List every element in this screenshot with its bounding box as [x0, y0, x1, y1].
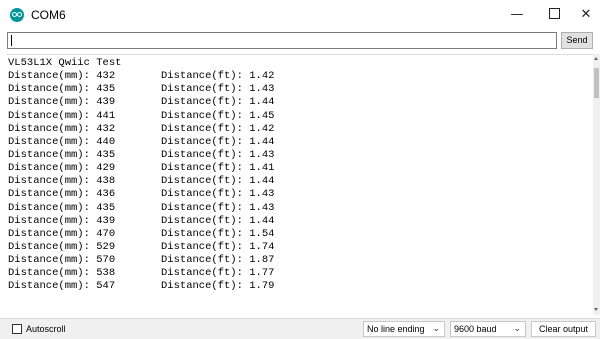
output-line: Distance(mm): 529 Distance(ft): 1.74 [8, 240, 274, 254]
output-line: Distance(mm): 435 Distance(ft): 1.43 [8, 148, 274, 162]
distance-ft-text: Distance(ft): 1.54 [161, 227, 275, 240]
line-ending-value: No line ending [367, 324, 425, 334]
distance-mm-text: Distance(mm): 436 [8, 188, 116, 201]
close-button[interactable]: ✕ [572, 0, 600, 30]
distance-ft-text: Distance(ft): 1.44 [161, 214, 275, 227]
output-line: Distance(mm): 432 Distance(ft): 1.42 [8, 70, 274, 83]
title-bar: COM6 — ✕ [0, 0, 600, 30]
maximize-icon [548, 8, 560, 19]
distance-mm-text: Distance(mm): 435 [8, 83, 116, 96]
distance-mm-text: Distance(mm): 432 [8, 122, 116, 135]
distance-ft-text: Distance(ft): 1.41 [161, 162, 275, 175]
distance-ft-text: Distance(ft): 1.42 [161, 122, 275, 135]
output-line: Distance(mm): 538 Distance(ft): 1.77 [8, 267, 274, 280]
distance-ft-text: Distance(ft): 1.43 [161, 201, 275, 214]
clear-output-button[interactable]: Clear output [531, 321, 596, 337]
distance-ft-text: Distance(ft): 1.43 [161, 83, 275, 96]
minimize-button[interactable]: — [499, 0, 535, 30]
output-line: Distance(mm): 439 Distance(ft): 1.44 [8, 214, 274, 228]
distance-mm-text: Distance(mm): 529 [8, 240, 116, 253]
distance-mm-text: Distance(mm): 570 [8, 254, 116, 267]
vertical-scrollbar[interactable] [593, 54, 600, 315]
scroll-down-icon[interactable] [594, 308, 598, 311]
close-icon: ✕ [580, 7, 592, 22]
distance-mm-text: Distance(mm): 440 [8, 135, 116, 148]
distance-mm-text: Distance(mm): 438 [8, 175, 116, 188]
output-line: Distance(mm): 438 Distance(ft): 1.44 [8, 175, 274, 188]
output-lines: VL53L1X Qwiic Test Distance(mm): 432 Dist… [8, 57, 274, 294]
distance-ft-text: Distance(ft): 1.44 [161, 96, 275, 109]
distance-ft-text: Distance(ft): 1.43 [161, 148, 275, 161]
serial-output[interactable]: VL53L1X Qwiic Test Distance(mm): 432 Dist… [6, 54, 593, 316]
output-line: Distance(mm): 435 Distance(ft): 1.43 [8, 201, 274, 215]
output-line: Distance(mm): 439 Distance(ft): 1.44 [8, 96, 274, 109]
output-line: Distance(mm): 441 Distance(ft): 1.45 [8, 109, 274, 123]
output-line: Distance(mm): 570 Distance(ft): 1.87 [8, 254, 274, 267]
output-line: Distance(mm): 470 Distance(ft): 1.54 [8, 227, 274, 241]
distance-mm-text: Distance(mm): 432 [8, 70, 116, 83]
send-button[interactable]: Send [561, 32, 593, 49]
distance-ft-text: Distance(ft): 1.43 [161, 188, 275, 201]
distance-mm-text: Distance(mm): 439 [8, 214, 116, 227]
autoscroll-checkbox[interactable] [12, 324, 22, 334]
line-ending-select[interactable]: No line ending ⌄ [363, 321, 445, 337]
output-line: Distance(mm): 435 Distance(ft): 1.43 [8, 83, 274, 96]
minimize-icon: — [510, 7, 524, 22]
output-line: Distance(mm): 440 Distance(ft): 1.44 [8, 135, 274, 149]
serial-input[interactable] [7, 32, 557, 49]
distance-mm-text: Distance(mm): 538 [8, 267, 116, 280]
chevron-down-icon: ⌄ [432, 324, 440, 334]
distance-ft-text: Distance(ft): 1.44 [161, 175, 275, 188]
distance-ft-text: Distance(ft): 1.74 [161, 240, 275, 253]
scroll-thumb[interactable] [594, 68, 599, 98]
output-line: Distance(mm): 547 Distance(ft): 1.79 [8, 280, 274, 293]
distance-mm-text: Distance(mm): 547 [8, 280, 116, 293]
output-line: Distance(mm): 436 Distance(ft): 1.43 [8, 188, 274, 201]
maximize-button[interactable] [536, 0, 572, 30]
baud-rate-value: 9600 baud [454, 324, 497, 334]
distance-mm-text: Distance(mm): 435 [8, 201, 116, 214]
distance-ft-text: Distance(ft): 1.45 [161, 109, 275, 122]
scroll-up-icon[interactable] [594, 57, 598, 60]
baud-rate-select[interactable]: 9600 baud ⌄ [450, 321, 526, 337]
status-bar: Autoscroll No line ending ⌄ 9600 baud ⌄ … [0, 318, 600, 339]
output-line: Distance(mm): 432 Distance(ft): 1.42 [8, 122, 274, 136]
distance-mm-text: Distance(mm): 441 [8, 109, 116, 122]
autoscroll-label[interactable]: Autoscroll [26, 323, 66, 335]
send-row: Send [0, 30, 600, 52]
text-caret [11, 35, 12, 46]
output-line: Distance(mm): 429 Distance(ft): 1.41 [8, 162, 274, 175]
window-title: COM6 [31, 8, 66, 22]
arduino-icon [10, 8, 24, 22]
distance-ft-text: Distance(ft): 1.87 [161, 254, 275, 267]
distance-ft-text: Distance(ft): 1.42 [161, 70, 275, 83]
distance-ft-text: Distance(ft): 1.44 [161, 135, 275, 148]
output-header: VL53L1X Qwiic Test [8, 57, 122, 69]
distance-ft-text: Distance(ft): 1.79 [161, 280, 275, 293]
distance-ft-text: Distance(ft): 1.77 [161, 267, 275, 280]
distance-mm-text: Distance(mm): 439 [8, 96, 116, 109]
distance-mm-text: Distance(mm): 470 [8, 227, 116, 240]
distance-mm-text: Distance(mm): 429 [8, 162, 116, 175]
distance-mm-text: Distance(mm): 435 [8, 148, 116, 161]
chevron-down-icon: ⌄ [513, 324, 521, 334]
